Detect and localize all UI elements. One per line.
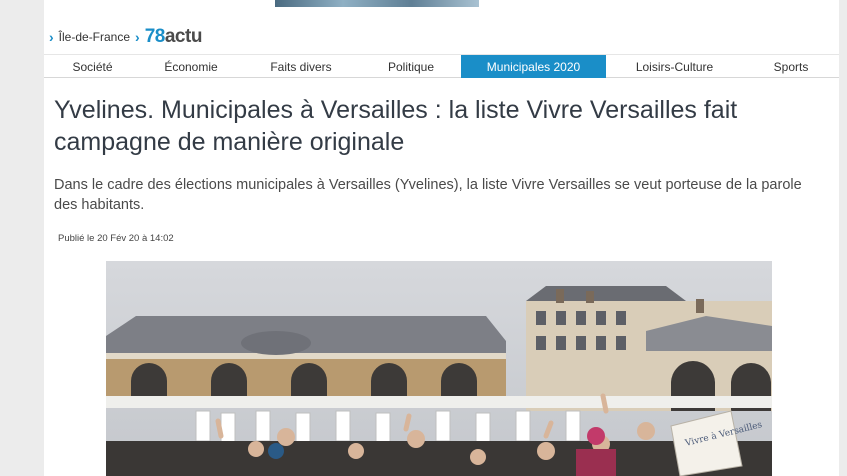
nav-item-politique[interactable]: Politique — [361, 55, 461, 78]
site-logo[interactable]: 78actu — [144, 26, 203, 48]
site-logo-suffix: actu — [164, 26, 203, 47]
site-logo-number: 78 — [144, 26, 166, 47]
article-photo[interactable]: Vivre à Versailles — [106, 261, 772, 476]
breadcrumb: › Île-de-France › 78actu — [49, 26, 202, 48]
nav-item-economie[interactable]: Économie — [141, 55, 241, 78]
nav-item-municipales-2020[interactable]: Municipales 2020 — [461, 55, 606, 78]
publish-date: Publié le 20 Fév 20 à 14:02 — [58, 233, 174, 244]
article-photo-illustration: Vivre à Versailles — [106, 261, 772, 476]
article-lede: Dans le cadre des élections municipales … — [54, 177, 802, 213]
top-banner-ad[interactable] — [275, 0, 479, 7]
nav-item-loisirs-culture[interactable]: Loisirs-Culture — [606, 55, 743, 78]
chevron-right-icon: › — [49, 29, 54, 45]
breadcrumb-region[interactable]: Île-de-France — [59, 30, 130, 44]
nav-item-sports[interactable]: Sports — [743, 55, 839, 78]
nav-item-faits-divers[interactable]: Faits divers — [241, 55, 361, 78]
page: › Île-de-France › 78actu Société Économi… — [44, 0, 839, 476]
nav-item-societe[interactable]: Société — [44, 55, 141, 78]
chevron-right-icon: › — [135, 29, 140, 45]
article-title: Yvelines. Municipales à Versailles : la … — [54, 96, 738, 156]
category-nav: Société Économie Faits divers Politique … — [44, 54, 839, 78]
